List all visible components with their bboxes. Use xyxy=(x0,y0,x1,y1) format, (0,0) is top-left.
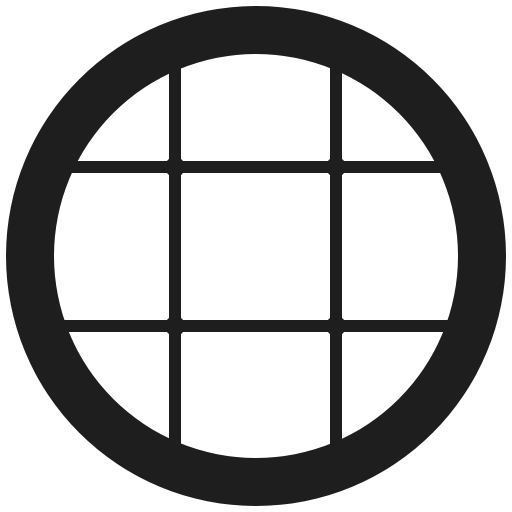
grid-joint-1-1 xyxy=(165,157,185,177)
icon-canvas xyxy=(0,0,512,512)
grid-vertical-bar-2 xyxy=(330,52,342,460)
circle-grid-icon xyxy=(6,6,506,506)
inner-window xyxy=(54,54,458,458)
grid-vertical-bar-1 xyxy=(169,52,181,460)
grid-joint-2-1 xyxy=(326,157,346,177)
grid-joint-1-2 xyxy=(165,316,185,336)
grid-joint-2-2 xyxy=(326,316,346,336)
grid-horizontal-bar-2 xyxy=(52,320,460,332)
grid-horizontal-bar-1 xyxy=(52,161,460,173)
